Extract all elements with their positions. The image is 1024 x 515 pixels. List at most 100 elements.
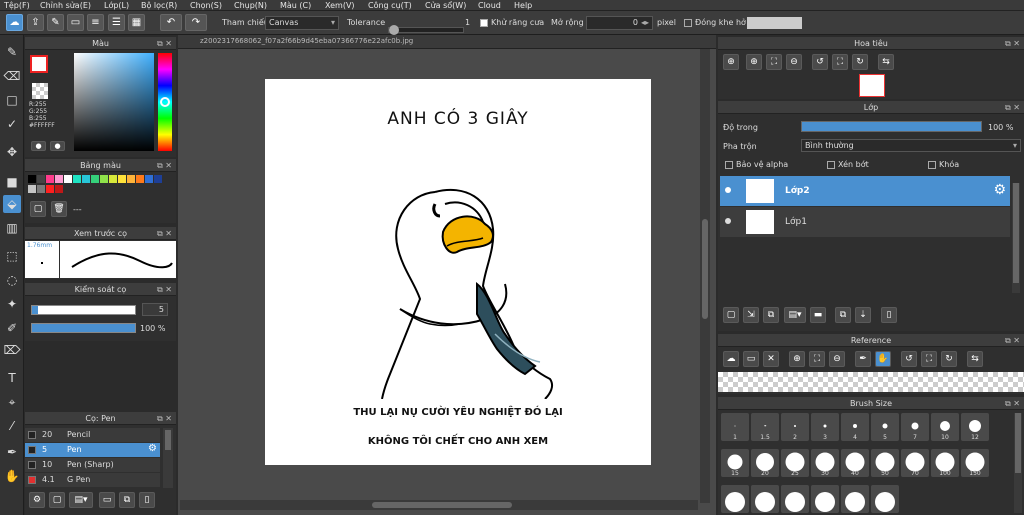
hue-handle[interactable] bbox=[160, 97, 170, 107]
menu-select[interactable]: Chọn(S) bbox=[190, 0, 222, 11]
layer-name[interactable]: Lớp2 bbox=[785, 186, 810, 196]
select-tool-icon[interactable]: ⬚ bbox=[3, 247, 21, 265]
lasso-tool-icon[interactable]: ◌ bbox=[3, 271, 21, 289]
protect-alpha-toggle[interactable]: Bảo vệ alpha bbox=[725, 160, 788, 169]
brush-delete-icon[interactable]: ▯ bbox=[139, 492, 155, 508]
tolerance-slider[interactable] bbox=[388, 25, 464, 35]
menu-capture[interactable]: Chụp(N) bbox=[234, 0, 267, 11]
menu-view[interactable]: Xem(V) bbox=[325, 0, 355, 11]
brush-size-option[interactable]: 5 bbox=[871, 413, 899, 441]
ref-fit-icon[interactable]: ⛶ bbox=[809, 351, 825, 367]
closegap-slider[interactable] bbox=[747, 17, 802, 29]
reset-view-icon[interactable]: ⛶ bbox=[832, 54, 848, 70]
ref-reset-icon[interactable]: ⛶ bbox=[921, 351, 937, 367]
ref-open-icon[interactable]: ▭ bbox=[743, 351, 759, 367]
ref-rotate-left-icon[interactable]: ↺ bbox=[901, 351, 917, 367]
transparent-swatch[interactable] bbox=[32, 83, 48, 99]
palette-swatch[interactable] bbox=[64, 175, 72, 183]
clipping-toggle[interactable]: Xén bớt bbox=[827, 160, 869, 169]
brush-size-option[interactable]: 70 bbox=[901, 449, 929, 477]
ref-flip-icon[interactable]: ⇆ bbox=[967, 351, 983, 367]
checkbox-icon[interactable] bbox=[684, 18, 692, 27]
reference-image-area[interactable] bbox=[718, 372, 1024, 392]
export-icon[interactable]: ⇪ bbox=[27, 14, 44, 31]
cloud-icon[interactable]: ☁ bbox=[6, 14, 23, 31]
palette-swatch[interactable] bbox=[46, 175, 54, 183]
panel-controls-icon[interactable]: ⧉ ✕ bbox=[157, 37, 172, 50]
brush-size-scrollbar[interactable] bbox=[1014, 413, 1022, 513]
brush-size-option[interactable]: 40 bbox=[841, 449, 869, 477]
menu-filter[interactable]: Bộ lọc(R) bbox=[141, 0, 177, 11]
magic-wand-icon[interactable]: ✦ bbox=[3, 295, 21, 313]
scroll-thumb[interactable] bbox=[1015, 413, 1021, 473]
gear-icon[interactable]: ⚙ bbox=[148, 443, 157, 454]
scroll-thumb[interactable] bbox=[1013, 183, 1019, 283]
brush-size-option[interactable]: 30 bbox=[811, 449, 839, 477]
operation-tool-icon[interactable]: ⌖ bbox=[3, 393, 21, 411]
palette-swatch[interactable] bbox=[91, 175, 99, 183]
checkbox-icon[interactable] bbox=[725, 160, 733, 169]
duplicate-layer-icon[interactable]: ⧉ bbox=[835, 307, 851, 323]
expand-input[interactable]: 0 ◂▸ bbox=[586, 16, 653, 30]
new-layer-icon[interactable]: ▢ bbox=[723, 307, 739, 323]
brush-size-option[interactable]: 1 bbox=[721, 413, 749, 441]
menu-help[interactable]: Help bbox=[514, 0, 532, 11]
brush-size-option[interactable] bbox=[811, 485, 839, 513]
lock-toggle[interactable]: Khóa bbox=[928, 160, 959, 169]
checkbox-icon[interactable] bbox=[928, 160, 936, 169]
palette-swatch[interactable] bbox=[37, 185, 45, 193]
canvas-vscrollbar[interactable] bbox=[700, 49, 710, 503]
brush-size-option[interactable]: 12 bbox=[961, 413, 989, 441]
slider-handle[interactable] bbox=[389, 25, 399, 35]
zoom-search-icon[interactable]: ⊕ bbox=[746, 54, 762, 70]
copy-layer-icon[interactable]: ⧉ bbox=[763, 307, 779, 323]
rect-select-icon[interactable]: □ bbox=[3, 91, 21, 109]
list-icon[interactable]: ☰ bbox=[108, 14, 125, 31]
open-layer-icon[interactable]: ⇲ bbox=[743, 307, 759, 323]
brush-size-option[interactable] bbox=[721, 485, 749, 513]
visibility-icon[interactable] bbox=[725, 218, 731, 224]
visibility-icon[interactable] bbox=[725, 187, 731, 193]
layer-menu-icon[interactable]: ▤▾ bbox=[784, 307, 806, 323]
gradient-tool-icon[interactable]: ▥ bbox=[3, 219, 21, 237]
panel-controls-icon[interactable]: ⧉ ✕ bbox=[1005, 397, 1020, 410]
flip-icon[interactable]: ⇆ bbox=[878, 54, 894, 70]
menu-window[interactable]: Cửa sổ(W) bbox=[425, 0, 466, 11]
select-pen-icon[interactable]: ✐ bbox=[3, 319, 21, 337]
eyedropper-tool-icon[interactable]: ✒ bbox=[3, 443, 21, 461]
trash-icon[interactable]: 🗑 bbox=[51, 201, 67, 217]
palette-swatch[interactable] bbox=[100, 175, 108, 183]
palette-swatch[interactable] bbox=[145, 175, 153, 183]
brush-size-option[interactable]: 100 bbox=[931, 449, 959, 477]
document-icon[interactable]: ≡ bbox=[87, 14, 104, 31]
brush-opacity-slider[interactable] bbox=[31, 323, 136, 333]
select-eraser-icon[interactable]: ⌦ bbox=[3, 341, 21, 359]
saturation-value-picker[interactable] bbox=[74, 53, 154, 151]
menu-color[interactable]: Màu (C) bbox=[280, 0, 311, 11]
foreground-color-swatch[interactable] bbox=[30, 55, 48, 73]
move-tool-icon[interactable]: ✥ bbox=[3, 143, 21, 161]
brush-row[interactable]: 10 Pen (Sharp) bbox=[25, 458, 160, 472]
hscroll-thumb[interactable] bbox=[372, 502, 512, 508]
rotate-left-icon[interactable]: ↺ bbox=[812, 54, 828, 70]
brush-size-option[interactable]: 1.5 bbox=[751, 413, 779, 441]
panel-controls-icon[interactable]: ⧉ ✕ bbox=[1005, 101, 1020, 114]
canvas-hscrollbar[interactable] bbox=[180, 500, 698, 510]
divide-tool-icon[interactable]: ⁄ bbox=[3, 417, 21, 435]
panel-controls-icon[interactable]: ⧉ ✕ bbox=[157, 159, 172, 172]
new-palette-icon[interactable]: ▢ bbox=[30, 201, 46, 217]
delete-layer-icon[interactable]: ▯ bbox=[881, 307, 897, 323]
brush-size-option[interactable]: 50 bbox=[871, 449, 899, 477]
brush-size-option[interactable]: 150 bbox=[961, 449, 989, 477]
menu-layer[interactable]: Lớp(L) bbox=[104, 0, 129, 11]
cloud-download-icon[interactable]: ☁ bbox=[723, 351, 739, 367]
hand-tool-icon[interactable]: ✋ bbox=[3, 467, 21, 485]
palette-swatch[interactable] bbox=[55, 185, 63, 193]
closegap-toggle[interactable]: Đóng khe hở bbox=[684, 11, 746, 35]
brush-menu-icon[interactable]: ▤▾ bbox=[69, 492, 93, 508]
panel-controls-icon[interactable]: ⧉ ✕ bbox=[157, 412, 172, 425]
comment-icon[interactable]: ✎ bbox=[47, 14, 64, 31]
palette-swatch[interactable] bbox=[136, 175, 144, 183]
zoom-out-icon[interactable]: ⊖ bbox=[786, 54, 802, 70]
pen-line-icon[interactable]: ✓ bbox=[3, 115, 21, 133]
